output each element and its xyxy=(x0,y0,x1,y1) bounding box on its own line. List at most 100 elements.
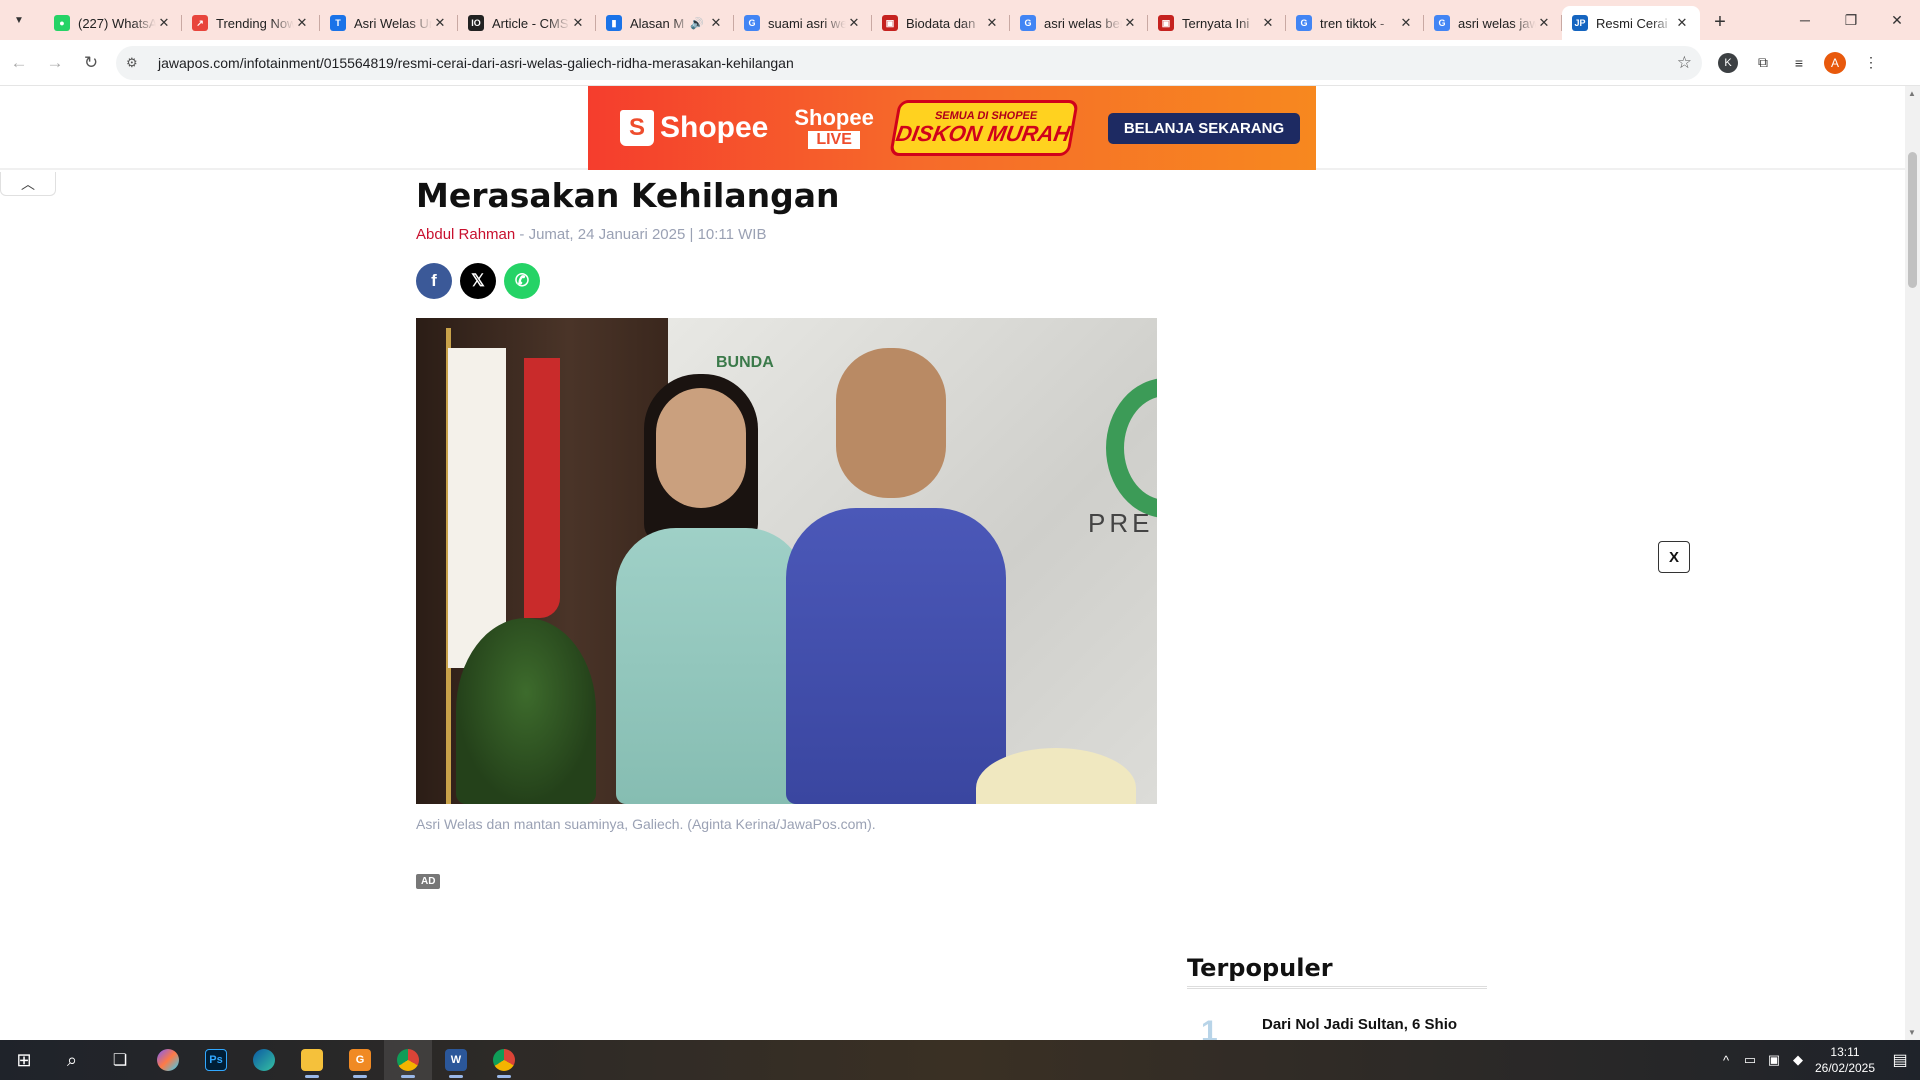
photo-backdrop-text: PRE xyxy=(1088,508,1154,538)
tab-title: Resmi Cerai xyxy=(1596,15,1668,31)
back-button[interactable]: ← xyxy=(2,46,36,80)
tab-close-icon[interactable]: ✕ xyxy=(846,15,862,31)
browser-tab[interactable]: Gsuami asri welas✕ xyxy=(734,6,872,40)
reload-button[interactable]: ↻ xyxy=(74,46,108,80)
edge-app[interactable] xyxy=(240,1040,288,1080)
share-facebook-button[interactable]: f xyxy=(416,263,452,299)
browser-tab[interactable]: ▣ Biodata dan ✕ xyxy=(872,6,1010,40)
clock-date: 26/02/2025 xyxy=(1814,1061,1876,1075)
tab-close-icon[interactable]: ✕ xyxy=(1398,15,1414,31)
chrome-app-2[interactable] xyxy=(480,1040,528,1080)
minimize-button[interactable]: ─ xyxy=(1782,0,1828,40)
url-text[interactable]: jawapos.com/infotainment/015564819/resmi… xyxy=(158,55,1677,71)
whatsapp-icon: ● xyxy=(54,15,70,31)
article-headline: Merasakan Kehilangan xyxy=(416,176,840,215)
orange-app-icon: G xyxy=(349,1049,371,1071)
tab-close-icon[interactable]: ✕ xyxy=(1674,15,1690,31)
tab-close-icon[interactable]: ✕ xyxy=(984,15,1000,31)
shopee-brand-text: Shopee xyxy=(660,111,769,144)
tab-close-icon[interactable]: ✕ xyxy=(294,15,310,31)
tab-close-icon[interactable]: ✕ xyxy=(1260,15,1276,31)
browser-tab[interactable]: T Asri Welas Ungkap✕ xyxy=(320,6,458,40)
list-item[interactable]: 1 Dari Nol Jadi Sultan, 6 Shio xyxy=(1187,1015,1487,1040)
search-icon: ⌕ xyxy=(66,1049,78,1070)
notification-icon[interactable]: ▤ xyxy=(1880,1050,1920,1070)
network-icon[interactable]: ▭ xyxy=(1738,1052,1762,1068)
chevron-up-icon: ︿ xyxy=(21,175,35,192)
scrollbar-thumb[interactable] xyxy=(1908,152,1917,288)
browser-tab[interactable]: ▣ Ternyata Ini ✕ xyxy=(1148,6,1286,40)
new-tab-button[interactable]: + xyxy=(1706,8,1734,36)
copilot-icon xyxy=(157,1049,179,1071)
share-whatsapp-button[interactable]: ✆ xyxy=(504,263,540,299)
tab-close-icon[interactable]: ✕ xyxy=(1122,15,1138,31)
tab-title: asri welas jawapos xyxy=(1458,15,1536,31)
clock-time: 13:11 xyxy=(1830,1045,1860,1059)
collapse-banner-button[interactable]: ︿ xyxy=(0,172,56,196)
shop-now-button[interactable]: BELANJA SEKARANG xyxy=(1107,112,1301,144)
scroll-up-icon[interactable]: ▲ xyxy=(1908,89,1916,98)
browser-tab[interactable]: Gasri welas bercerai✕ xyxy=(1010,6,1148,40)
bookmark-star-icon[interactable]: ☆ xyxy=(1677,53,1692,73)
facebook-icon: f xyxy=(431,271,437,290)
restore-button[interactable]: ❐ xyxy=(1828,0,1874,40)
news-icon: ▣ xyxy=(882,15,898,31)
site-info-icon[interactable]: ⚙ xyxy=(126,55,146,71)
security-icon[interactable]: ◆ xyxy=(1786,1052,1810,1068)
copilot-app[interactable] xyxy=(144,1040,192,1080)
share-x-button[interactable]: 𝕏 xyxy=(460,263,496,299)
display-icon[interactable]: ▣ xyxy=(1762,1052,1786,1068)
author-link[interactable]: Abdul Rahman xyxy=(416,226,515,243)
chevron-up-icon[interactable]: ^ xyxy=(1714,1053,1738,1068)
chrome-app[interactable] xyxy=(384,1040,432,1080)
photo-plant xyxy=(456,618,596,804)
ad-close-button[interactable]: X xyxy=(1658,541,1690,573)
tab-close-icon[interactable]: ✕ xyxy=(156,15,172,31)
profile-avatar[interactable]: A xyxy=(1824,51,1846,74)
close-window-button[interactable]: ✕ xyxy=(1874,0,1920,40)
scroll-down-icon[interactable]: ▼ xyxy=(1908,1028,1916,1037)
popular-headline[interactable]: Dari Nol Jadi Sultan, 6 Shio xyxy=(1262,1015,1457,1040)
browser-tab[interactable]: ↗ Trending Now ✕ xyxy=(182,6,320,40)
word-app[interactable]: W xyxy=(432,1040,480,1080)
browser-tab[interactable]: ▮ Alasan M 🔊 ✕ xyxy=(596,6,734,40)
whatsapp-icon: ✆ xyxy=(514,271,530,290)
photoshop-app[interactable]: Ps xyxy=(192,1040,240,1080)
browser-tab[interactable]: JP Resmi Cerai ✕ xyxy=(1562,6,1700,40)
tab-close-icon[interactable]: ✕ xyxy=(570,15,586,31)
more-menu-icon[interactable]: ⋮ xyxy=(1860,52,1882,74)
shopee-live-logo: Shopee LIVE xyxy=(794,107,874,149)
address-bar[interactable]: ⚙ jawapos.com/infotainment/015564819/res… xyxy=(116,45,1702,80)
extensions-puzzle-icon[interactable]: ⧉ xyxy=(1752,52,1774,74)
page-scrollbar[interactable]: ▲ ▼ xyxy=(1905,86,1920,1040)
orange-app[interactable]: G xyxy=(336,1040,384,1080)
reload-icon: ↻ xyxy=(83,52,99,72)
shopee-ad-banner[interactable]: S Shopee Shopee LIVE SEMUA DI SHOPEE DIS… xyxy=(588,86,1316,170)
arrow-right-icon: → xyxy=(46,52,64,72)
browser-tab[interactable]: Gtren tiktok - ✕ xyxy=(1286,6,1424,40)
start-button[interactable]: ⊞ xyxy=(0,1040,48,1080)
tab-close-icon[interactable]: ✕ xyxy=(432,15,448,31)
popular-sidebar: Terpopuler 1 Dari Nol Jadi Sultan, 6 Shi… xyxy=(1187,954,1487,1040)
media-controls-icon[interactable]: ≡ xyxy=(1788,52,1810,74)
promo-badge-main: DISKON MURAH xyxy=(893,121,1072,146)
speaker-icon[interactable]: 🔊 xyxy=(690,17,704,30)
tab-close-icon[interactable]: ✕ xyxy=(708,15,724,31)
file-explorer-app[interactable] xyxy=(288,1040,336,1080)
tab-title: asri welas bercerai xyxy=(1044,15,1122,31)
publish-date: - Jumat, 24 Januari 2025 | 10:11 WIB xyxy=(515,226,767,243)
search-button[interactable]: ⌕ xyxy=(48,1040,96,1080)
tab-close-icon[interactable]: ✕ xyxy=(1536,15,1552,31)
browser-tab[interactable]: ● (227) WhatsApp✕ xyxy=(44,6,182,40)
bookmark-icon: ▮ xyxy=(606,15,622,31)
browser-tab[interactable]: IO Article - CMS ✕ xyxy=(458,6,596,40)
forward-button[interactable]: → xyxy=(38,46,72,80)
arrow-left-icon: ← xyxy=(10,52,28,72)
taskbar-clock[interactable]: 13:11 26/02/2025 xyxy=(1810,1044,1880,1076)
browser-tab[interactable]: Gasri welas jawapos✕ xyxy=(1424,6,1562,40)
photo-man-face xyxy=(836,348,946,498)
article-photo[interactable]: PRE BUNDA xyxy=(416,318,1157,804)
tab-search-button[interactable]: ▼ xyxy=(8,9,30,31)
extension-k-icon[interactable]: K xyxy=(1718,52,1738,73)
task-view-button[interactable]: ❏ xyxy=(96,1040,144,1080)
